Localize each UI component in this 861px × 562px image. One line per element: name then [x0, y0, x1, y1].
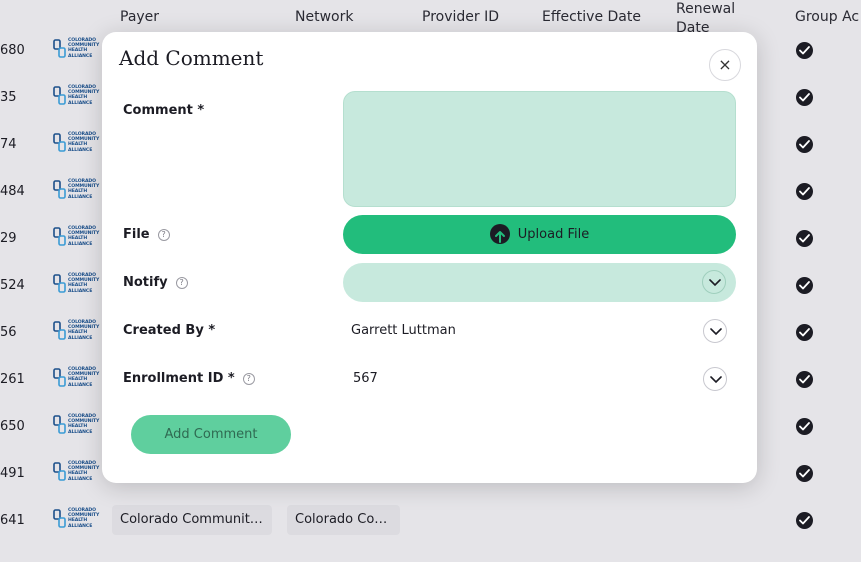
row-number: 56	[0, 325, 17, 340]
network-cell[interactable]: Colorado Co…	[287, 505, 400, 535]
help-icon[interactable]: ?	[157, 228, 170, 241]
payer-logo: COLORADO COMMUNITY HEALTH ALLIANCE	[53, 319, 100, 345]
payer-logo: COLORADO COMMUNITY HEALTH ALLIANCE	[53, 225, 100, 251]
payer-logo-text: COLORADO COMMUNITY HEALTH ALLIANCE	[68, 273, 100, 294]
payer-logo: COLORADO COMMUNITY HEALTH ALLIANCE	[53, 413, 100, 439]
add-comment-modal: Add Comment × Comment * File? Upload Fil…	[102, 32, 757, 483]
file-label-row: File?	[123, 227, 170, 242]
col-header-group-active[interactable]: Group Ac	[795, 9, 859, 25]
payer-logo: COLORADO COMMUNITY HEALTH ALLIANCE	[53, 178, 100, 204]
file-label: File	[123, 227, 150, 242]
payer-logo-text: COLORADO COMMUNITY HEALTH ALLIANCE	[68, 85, 100, 106]
add-comment-button[interactable]: Add Comment	[131, 415, 291, 454]
payer-logo-text: COLORADO COMMUNITY HEALTH ALLIANCE	[68, 508, 100, 529]
enrollment-label-row: Enrollment ID *?	[123, 371, 255, 386]
check-circle-icon	[796, 136, 813, 153]
check-circle-icon	[796, 42, 813, 59]
check-circle-icon	[796, 418, 813, 435]
payer-logo: COLORADO COMMUNITY HEALTH ALLIANCE	[53, 366, 100, 392]
notify-label-row: Notify?	[123, 275, 188, 290]
modal-title: Add Comment	[119, 46, 264, 70]
payer-logo-text: COLORADO COMMUNITY HEALTH ALLIANCE	[68, 414, 100, 435]
row-number: 641	[0, 513, 25, 528]
upload-icon	[489, 223, 510, 244]
check-circle-icon	[796, 277, 813, 294]
notify-select[interactable]	[343, 263, 736, 302]
payer-cell[interactable]: Colorado Communit…	[112, 505, 272, 535]
created-by-value[interactable]: Garrett Luttman	[351, 323, 456, 338]
payer-logo-text: COLORADO COMMUNITY HEALTH ALLIANCE	[68, 367, 100, 388]
enrollment-label: Enrollment ID *	[123, 371, 235, 386]
payer-logo: COLORADO COMMUNITY HEALTH ALLIANCE	[53, 84, 100, 110]
col-header-effective-date[interactable]: Effective Date	[542, 9, 641, 25]
check-circle-icon	[796, 371, 813, 388]
help-icon[interactable]: ?	[242, 372, 255, 385]
comment-textarea[interactable]	[343, 91, 736, 207]
check-circle-icon	[796, 183, 813, 200]
comment-label: Comment *	[123, 103, 205, 118]
check-circle-icon	[796, 465, 813, 482]
row-number: 35	[0, 90, 17, 105]
notify-label: Notify	[123, 275, 168, 290]
payer-logo-text: COLORADO COMMUNITY HEALTH ALLIANCE	[68, 226, 100, 247]
check-circle-icon	[796, 230, 813, 247]
payer-logo-text: COLORADO COMMUNITY HEALTH ALLIANCE	[68, 132, 100, 153]
payer-logo: COLORADO COMMUNITY HEALTH ALLIANCE	[53, 507, 100, 533]
row-number: 524	[0, 278, 25, 293]
col-header-payer[interactable]: Payer	[120, 9, 159, 25]
payer-logo-text: COLORADO COMMUNITY HEALTH ALLIANCE	[68, 179, 100, 200]
chevron-down-icon[interactable]	[703, 319, 727, 343]
payer-logo-text: COLORADO COMMUNITY HEALTH ALLIANCE	[68, 38, 100, 59]
col-header-network[interactable]: Network	[295, 9, 353, 25]
enrollment-id-value[interactable]: 567	[353, 371, 378, 386]
row-number: 491	[0, 466, 25, 481]
payer-logo-text: COLORADO COMMUNITY HEALTH ALLIANCE	[68, 320, 100, 341]
payer-logo: COLORADO COMMUNITY HEALTH ALLIANCE	[53, 460, 100, 486]
row-number: 680	[0, 43, 25, 58]
table-row[interactable]: 641 COLORADO COMMUNITY HEALTH ALLIANCE Col…	[0, 497, 861, 544]
check-circle-icon	[796, 89, 813, 106]
row-number: 74	[0, 137, 17, 152]
upload-file-label: Upload File	[517, 227, 590, 242]
check-circle-icon	[796, 512, 813, 529]
created-by-label: Created By *	[123, 323, 216, 338]
row-number: 650	[0, 419, 25, 434]
close-button[interactable]: ×	[709, 49, 741, 81]
payer-logo: COLORADO COMMUNITY HEALTH ALLIANCE	[53, 272, 100, 298]
help-icon[interactable]: ?	[175, 276, 188, 289]
col-header-provider-id[interactable]: Provider ID	[422, 9, 499, 25]
payer-logo-text: COLORADO COMMUNITY HEALTH ALLIANCE	[68, 461, 100, 482]
close-icon: ×	[718, 55, 732, 74]
chevron-down-icon[interactable]	[702, 270, 726, 294]
row-number: 29	[0, 231, 17, 246]
payer-logo: COLORADO COMMUNITY HEALTH ALLIANCE	[53, 37, 100, 63]
payer-logo: COLORADO COMMUNITY HEALTH ALLIANCE	[53, 131, 100, 157]
row-number: 261	[0, 372, 25, 387]
check-circle-icon	[796, 324, 813, 341]
row-number: 484	[0, 184, 25, 199]
upload-file-button[interactable]: Upload File	[343, 215, 736, 254]
chevron-down-icon[interactable]	[703, 367, 727, 391]
